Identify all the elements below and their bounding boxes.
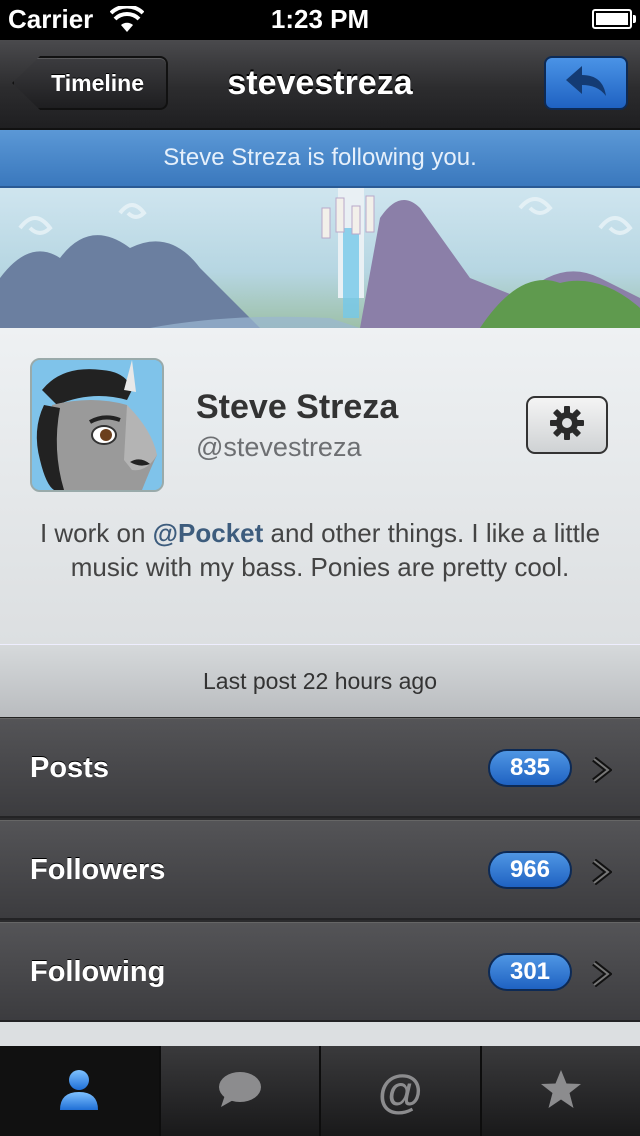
avatar[interactable]	[30, 358, 164, 492]
count-badge: 835	[488, 749, 572, 787]
tab-bar: @	[0, 1046, 640, 1136]
reply-button[interactable]	[544, 56, 628, 110]
settings-button[interactable]	[526, 396, 608, 454]
gear-icon	[549, 405, 585, 446]
tab-mentions[interactable]: @	[319, 1046, 480, 1136]
navigation-bar: Timeline stevestreza	[0, 40, 640, 130]
count-badge: 301	[488, 953, 572, 991]
chevron-right-icon	[590, 960, 613, 992]
last-post-status: Last post 22 hours ago	[0, 644, 640, 719]
at-icon: @	[377, 1065, 423, 1117]
tab-profile[interactable]	[0, 1046, 159, 1136]
person-icon	[56, 1066, 102, 1117]
star-icon	[539, 1068, 583, 1115]
battery-icon	[592, 9, 636, 29]
stat-label: Following	[30, 956, 166, 988]
list-footer	[0, 1022, 640, 1046]
tab-favorites[interactable]	[479, 1046, 640, 1136]
tab-messages[interactable]	[158, 1046, 320, 1136]
stat-label: Followers	[30, 854, 166, 886]
clock: 1:23 PM	[270, 4, 370, 34]
profile-header-image	[0, 188, 640, 328]
chat-bubble-icon	[217, 1069, 263, 1114]
display-name: Steve Streza	[196, 388, 399, 426]
chevron-right-icon	[590, 858, 613, 890]
following-row[interactable]: Following 301	[0, 922, 640, 1022]
profile-panel: Steve Streza @stevestreza I work on @Poc	[0, 328, 640, 645]
followers-row[interactable]: Followers 966	[0, 820, 640, 920]
username-handle: @stevestreza	[196, 432, 362, 462]
bio-text: I work on	[39, 518, 153, 548]
status-bar: Carrier 1:23 PM	[0, 0, 640, 40]
profile-bio: I work on @Pocket and other things. I li…	[30, 516, 610, 584]
bio-mention-link[interactable]: @Pocket	[153, 518, 264, 548]
posts-row[interactable]: Posts 835	[0, 718, 640, 818]
chevron-right-icon	[590, 756, 613, 788]
stat-label: Posts	[30, 752, 109, 784]
count-badge: 966	[488, 851, 572, 889]
follows-you-banner: Steve Streza is following you.	[0, 130, 640, 188]
reply-arrow-icon	[564, 64, 608, 103]
